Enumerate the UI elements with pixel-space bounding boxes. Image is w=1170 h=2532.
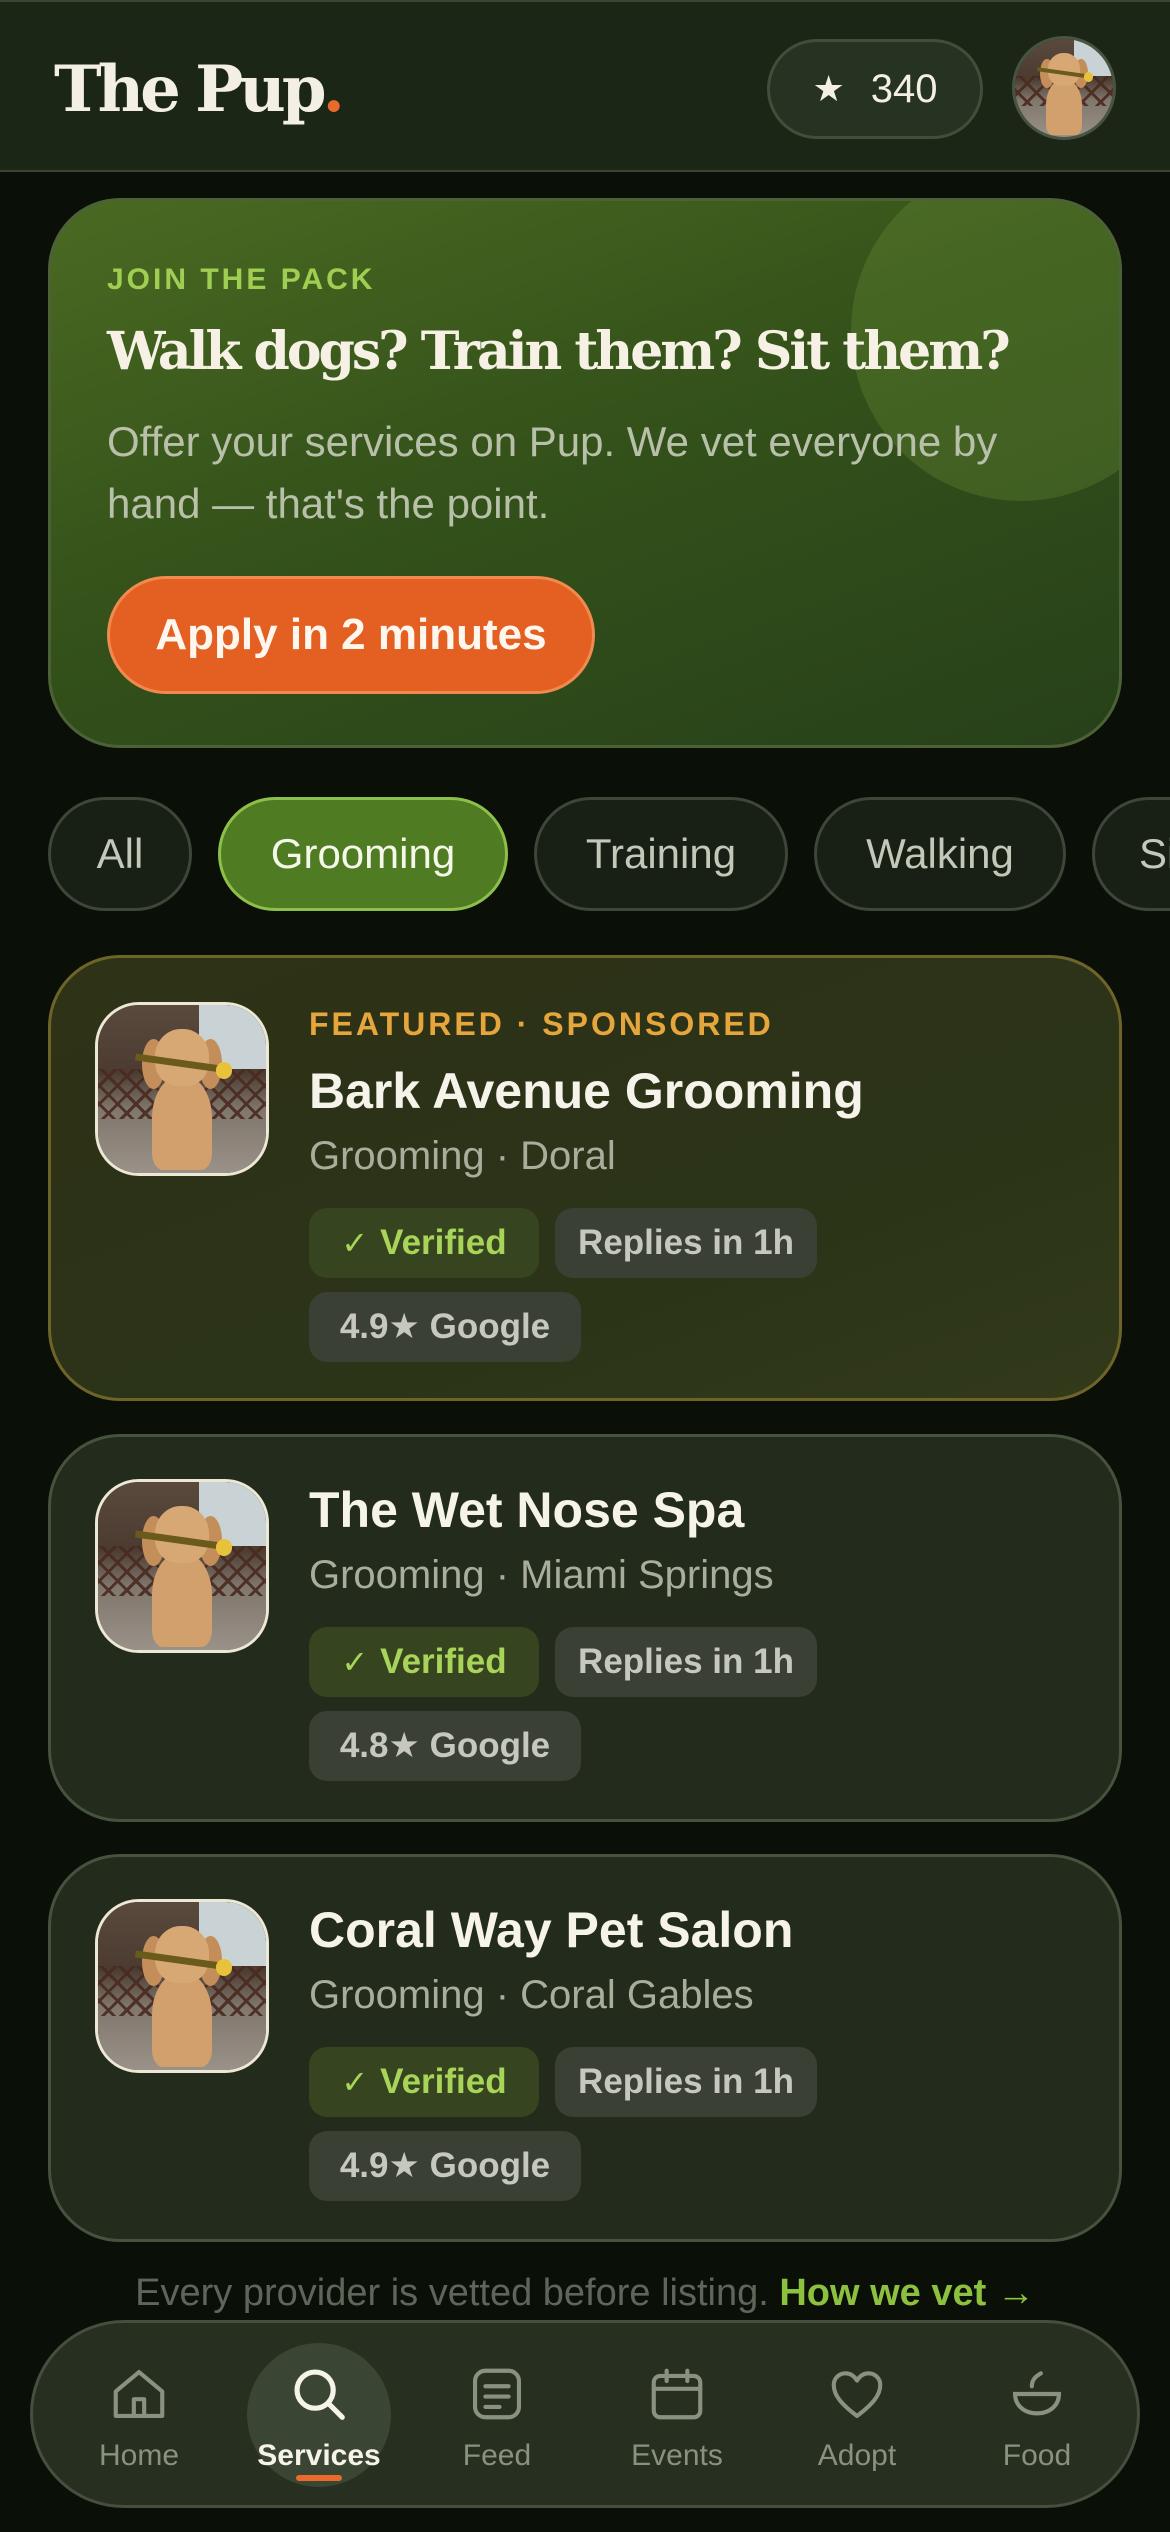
- chip-sitting[interactable]: Si: [1092, 797, 1170, 911]
- response-time-badge: Replies in 1h: [555, 1627, 817, 1697]
- bowl-icon: [1012, 2371, 1062, 2416]
- provider-avatar: [95, 1002, 269, 1176]
- provider-avatar: [95, 1479, 269, 1653]
- app-header: The Pup. ★ 340: [0, 0, 1170, 172]
- provider-name: Coral Way Pet Salon: [309, 1902, 794, 1958]
- nav-item-feed[interactable]: Feed: [417, 2323, 577, 2511]
- provider-avatar: [95, 1899, 269, 2073]
- profile-avatar[interactable]: [1012, 36, 1116, 140]
- category-filter-bar: All Grooming Training Walking Si: [48, 797, 1170, 913]
- app-logo[interactable]: The Pup.: [54, 52, 345, 127]
- provider-category-location: Grooming · Coral Gables: [309, 1973, 754, 2017]
- home-icon: [113, 2369, 165, 2419]
- response-time-badge: Replies in 1h: [555, 2047, 817, 2117]
- dog-photo: [1015, 39, 1113, 137]
- dog-photo: [98, 1005, 266, 1173]
- check-icon: ✓: [341, 1644, 369, 1680]
- provider-card[interactable]: The Wet Nose Spa Grooming · Miami Spring…: [48, 1434, 1122, 1822]
- verified-badge: ✓ Verified: [309, 1627, 539, 1697]
- nav-item-services[interactable]: Services: [239, 2323, 399, 2511]
- chip-grooming[interactable]: Grooming: [218, 797, 508, 911]
- apply-button[interactable]: Apply in 2 minutes: [107, 576, 595, 694]
- provider-card[interactable]: FEATURED · SPONSORED Bark Avenue Groomin…: [48, 955, 1122, 1401]
- response-time-badge: Replies in 1h: [555, 1208, 817, 1278]
- nav-item-home[interactable]: Home: [59, 2323, 219, 2511]
- rating-badge: 4.9★ Google: [309, 2131, 581, 2201]
- promo-description: Offer your services on Pup. We vet every…: [107, 418, 998, 527]
- check-icon: ✓: [341, 2064, 369, 2100]
- points-badge[interactable]: ★ 340: [767, 39, 983, 139]
- join-pack-promo-card: JOIN THE PACK Walk dogs? Train them? Sit…: [48, 198, 1122, 748]
- chip-training[interactable]: Training: [534, 797, 788, 911]
- vetting-note: Every provider is vetted before listing.…: [135, 2272, 1035, 2314]
- nav-item-food[interactable]: Food: [957, 2323, 1117, 2511]
- promo-kicker: JOIN THE PACK: [107, 263, 376, 296]
- provider-category-location: Grooming · Miami Springs: [309, 1553, 774, 1597]
- verified-badge: ✓ Verified: [309, 2047, 539, 2117]
- rating-badge: 4.9★ Google: [309, 1292, 581, 1362]
- how-we-vet-link[interactable]: How we vet →: [779, 2272, 1035, 2314]
- rating-badge: 4.8★ Google: [309, 1711, 581, 1781]
- chip-walking[interactable]: Walking: [814, 797, 1066, 911]
- check-icon: ✓: [341, 1225, 369, 1261]
- dog-photo: [98, 1482, 266, 1650]
- provider-name: The Wet Nose Spa: [309, 1482, 745, 1538]
- bottom-nav: Home Services Feed Events Adopt Food: [30, 2320, 1140, 2508]
- star-icon: ★: [812, 68, 845, 109]
- provider-name: Bark Avenue Grooming: [309, 1063, 864, 1119]
- chip-all[interactable]: All: [48, 797, 192, 911]
- dog-photo: [98, 1902, 266, 2070]
- promo-title: Walk dogs? Train them? Sit them?: [107, 321, 1011, 382]
- points-value: 340: [870, 66, 938, 111]
- search-icon: [294, 2369, 345, 2420]
- active-underline: [296, 2475, 342, 2481]
- nav-item-adopt[interactable]: Adopt: [777, 2323, 937, 2511]
- featured-sponsored-label: FEATURED · SPONSORED: [309, 1006, 774, 1042]
- provider-card[interactable]: Coral Way Pet Salon Grooming · Coral Gab…: [48, 1854, 1122, 2242]
- verified-badge: ✓ Verified: [309, 1208, 539, 1278]
- provider-category-location: Grooming · Doral: [309, 1134, 616, 1178]
- feed-icon: [472, 2368, 522, 2420]
- calendar-icon: [651, 2368, 703, 2420]
- nav-item-events[interactable]: Events: [597, 2323, 757, 2511]
- heart-icon: [831, 2371, 883, 2419]
